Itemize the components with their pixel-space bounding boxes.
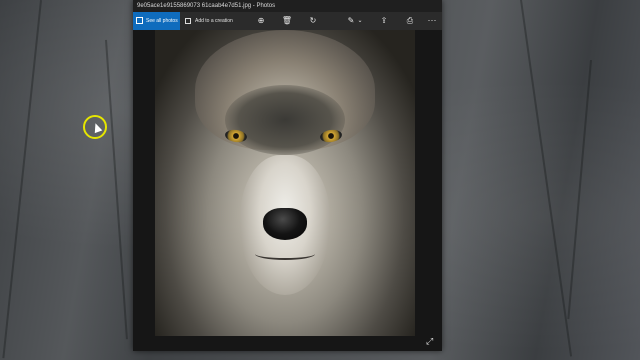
- title-bar[interactable]: 9e05ace1e9155869073 61caab4e7d51.jpg - P…: [133, 0, 442, 12]
- wolf-nose: [263, 208, 307, 240]
- window-title: 9e05ace1e9155869073 61caab4e7d51.jpg - P…: [137, 3, 276, 9]
- mouse-pointer-icon: [91, 121, 103, 134]
- photos-icon: [136, 17, 143, 24]
- print-icon[interactable]: ⎙: [404, 15, 416, 27]
- share-icon[interactable]: ⇪: [378, 15, 390, 27]
- mouse-cursor-highlight: [83, 115, 107, 139]
- rock-crack: [567, 60, 592, 320]
- see-all-photos-button[interactable]: See all photos: [133, 12, 180, 30]
- rock-crack: [520, 0, 573, 357]
- photo-viewer[interactable]: [133, 30, 442, 351]
- edit-icon[interactable]: ✎: [345, 15, 357, 27]
- zoom-icon[interactable]: ⊕: [255, 15, 267, 27]
- wolf-photo: [155, 30, 415, 336]
- toolbar: See all photos Add to a creation ⊕ 🗑 ↻ ✎…: [133, 12, 442, 30]
- more-options-icon[interactable]: ···: [427, 15, 437, 27]
- delete-icon[interactable]: 🗑: [281, 15, 293, 27]
- wolf-mask: [225, 85, 345, 155]
- wolf-mouth: [255, 248, 315, 260]
- rock-crack: [105, 39, 128, 340]
- add-creation-icon: [185, 18, 191, 24]
- chevron-down-icon[interactable]: ⌄: [357, 15, 363, 27]
- rock-crack: [2, 0, 42, 359]
- expand-icon[interactable]: ⤢: [426, 336, 433, 346]
- add-to-creation-button[interactable]: Add to a creation: [183, 12, 237, 30]
- photos-app-window: 9e05ace1e9155869073 61caab4e7d51.jpg - P…: [133, 0, 442, 351]
- rotate-icon[interactable]: ↻: [307, 15, 319, 27]
